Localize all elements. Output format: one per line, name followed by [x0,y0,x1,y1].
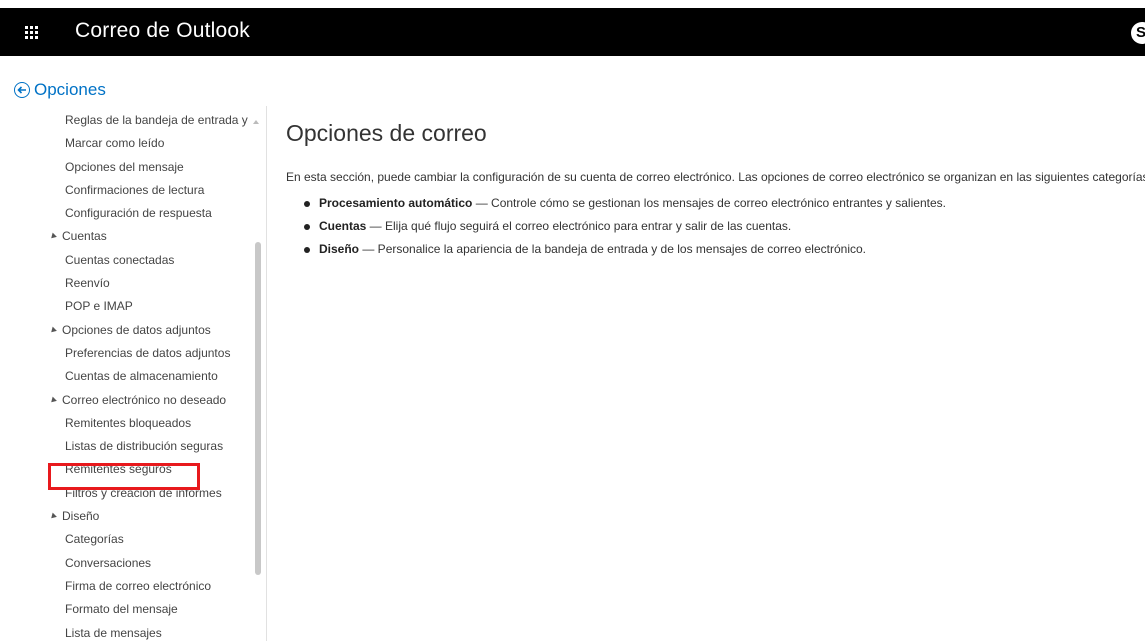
sidebar-item-conversaciones[interactable]: Conversaciones [0,552,255,575]
sidebar-item-label: Correo electrónico no deseado [62,392,227,407]
categories-list: Procesamiento automático — Controle cómo… [286,196,1145,265]
sidebar-item-listas-de-distribucion-seguras[interactable]: Listas de distribución seguras [0,435,255,458]
options-nav-list: Reglas de la bandeja de entrada y Marcar … [0,109,255,641]
back-to-options-link[interactable]: Opciones [14,80,106,100]
sidebar-item-preferencias-de-datos-adjuntos[interactable]: Preferencias de datos adjuntos [0,342,255,365]
sidebar-item-marcar-como-leido[interactable]: Marcar como leído [0,132,255,155]
sidebar-item-label: Remitentes seguros [65,462,172,477]
main-content: Opciones de correo En esta sección, pued… [286,106,1145,265]
sidebar-item-label: Formato del mensaje [65,602,178,617]
sidebar-item-label: Filtros y creación de informes [65,485,222,500]
app-launcher-icon[interactable] [0,8,62,56]
sidebar-item-firma-de-correo-electronico[interactable]: Firma de correo electrónico [0,575,255,598]
sidebar-item-label: Lista de mensajes [65,625,162,640]
sidebar-item-filtros-y-creacion-de-informes[interactable]: Filtros y creación de informes [0,482,255,505]
sidebar-group-opciones-de-datos-adjuntos[interactable]: Opciones de datos adjuntos [0,319,255,342]
collapse-triangle-icon[interactable] [49,512,57,521]
collapse-triangle-icon[interactable] [49,233,57,241]
sidebar-item-label: Reenvío [65,276,110,291]
collapse-triangle-icon[interactable] [49,396,57,404]
sidebar-scrollbar-thumb[interactable] [255,242,261,575]
page-title: Opciones de correo [286,120,487,146]
sidebar-item-label: Opciones del mensaje [65,159,184,174]
sidebar-item-cuentas-de-almacenamiento[interactable]: Cuentas de almacenamiento [0,365,255,388]
skype-icon[interactable]: S [1131,22,1145,44]
sidebar-item-label: Categorías [65,532,124,547]
top-bar: Correo de Outlook S [0,8,1145,56]
sidebar-item-configuracion-de-respuesta[interactable]: Configuración de respuesta [0,202,255,225]
back-link-label: Opciones [34,80,106,99]
app-title[interactable]: Correo de Outlook [75,19,250,43]
sidebar-group-cuentas[interactable]: Cuentas [0,225,255,248]
sidebar-item-label: Listas de distribución seguras [65,439,224,454]
category-list-item: Cuentas — Elija qué flujo seguirá el cor… [304,219,1145,242]
back-arrow-circle-icon [14,82,30,98]
sidebar-item-label: Configuración de respuesta [65,206,212,221]
sidebar-item-pop-e-imap[interactable]: POP e IMAP [0,295,255,318]
category-term: Cuentas [319,219,367,233]
options-sidebar: Reglas de la bandeja de entrada y Marcar … [0,106,267,641]
sidebar-item-label: Diseño [62,509,100,524]
category-term: Diseño [319,242,360,256]
sidebar-item-label: POP e IMAP [65,299,133,314]
category-list-item: Procesamiento automático — Controle cómo… [304,196,1145,219]
category-list-item: Diseño — Personalice la apariencia de la… [304,242,1145,265]
sidebar-item-label: Cuentas conectadas [65,252,175,267]
sidebar-group-correo-electronico-no-deseado[interactable]: Correo electrónico no deseado [0,389,255,412]
sidebar-item-label: Remitentes bloqueados [65,415,192,430]
sidebar-item-label: Conversaciones [65,555,152,570]
sidebar-item-reglas-de-la-bandeja-de-entrada-y[interactable]: Reglas de la bandeja de entrada y [0,109,255,132]
sidebar-item-categorias[interactable]: Categorías [0,528,255,551]
category-description: — Controle cómo se gestionan los mensaje… [472,196,946,210]
sidebar-divider [266,106,267,641]
sidebar-item-label: Confirmaciones de lectura [65,182,205,197]
sidebar-item-remitentes-bloqueados[interactable]: Remitentes bloqueados [0,412,255,435]
sidebar-item-label: Marcar como leído [65,136,165,151]
sidebar-item-opciones-del-mensaje[interactable]: Opciones del mensaje [0,156,255,179]
sidebar-item-cuentas-conectadas[interactable]: Cuentas conectadas [0,249,255,272]
category-description: — Elija qué flujo seguirá el correo elec… [366,219,792,233]
sidebar-item-formato-del-mensaje[interactable]: Formato del mensaje [0,598,255,621]
scroll-up-arrow[interactable] [253,120,259,124]
sidebar-item-remitentes-seguros[interactable]: Remitentes seguros [0,458,255,481]
sidebar-item-label: Preferencias de datos adjuntos [65,345,231,360]
category-description: — Personalice la apariencia de la bandej… [359,242,866,256]
sidebar-item-label: Firma de correo electrónico [65,578,212,593]
sidebar-item-label: Reglas de la bandeja de entrada y [65,113,248,127]
sidebar-group-diseno[interactable]: Diseño [0,505,255,528]
sidebar-item-label: Opciones de datos adjuntos [62,322,211,337]
sidebar-item-label: Cuentas de almacenamiento [65,369,218,384]
intro-text: En esta sección, puede cambiar la config… [286,170,1145,184]
sidebar-item-reenvio[interactable]: Reenvío [0,272,255,295]
sidebar-item-label: Cuentas [62,229,107,244]
sidebar-item-confirmaciones-de-lectura[interactable]: Confirmaciones de lectura [0,179,255,202]
sidebar-item-lista-de-mensajes[interactable]: Lista de mensajes [0,622,255,641]
collapse-triangle-icon[interactable] [49,326,57,335]
category-term: Procesamiento automático [319,196,473,210]
